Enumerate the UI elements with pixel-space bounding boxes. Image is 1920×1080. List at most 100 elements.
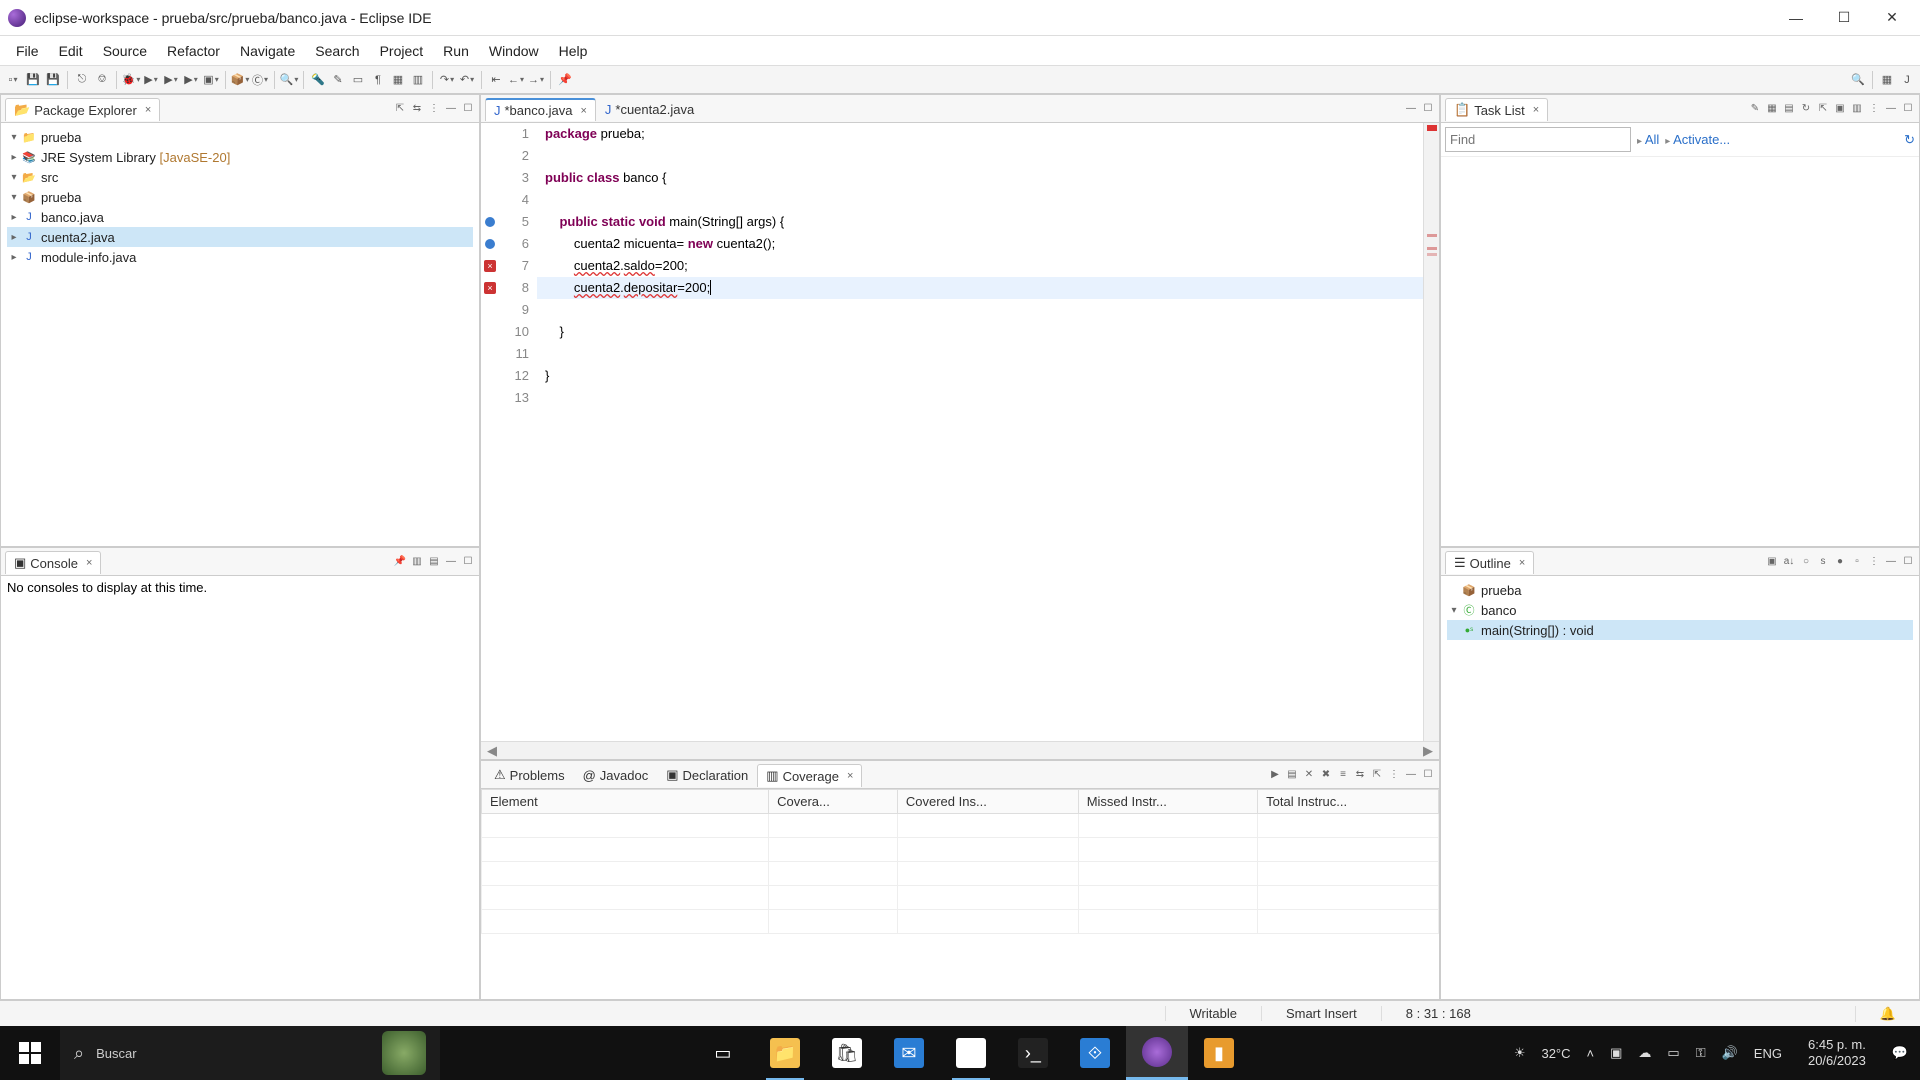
coverage-link-button[interactable]: ⇆ (1353, 768, 1367, 782)
marker-ruler[interactable]: × × (481, 123, 499, 741)
taskbar-chrome[interactable]: ◉ (940, 1026, 1002, 1080)
table-row[interactable] (482, 838, 1439, 862)
view-menu-button[interactable]: ⋮ (1387, 768, 1401, 782)
console-display-button[interactable]: ▥ (410, 555, 424, 569)
tree-file-cuenta2[interactable]: ▸Jcuenta2.java (7, 227, 473, 247)
tree-file-banco[interactable]: ▸Jbanco.java (7, 207, 473, 227)
outline-focus-button[interactable]: ▣ (1765, 555, 1779, 569)
search-button[interactable]: 🔦 (309, 71, 327, 89)
tray-volume-icon[interactable]: 🔊 (1722, 1045, 1738, 1061)
maximize-editor-button[interactable]: ☐ (1421, 102, 1435, 116)
package-explorer-tab[interactable]: 📂 Package Explorer × (5, 98, 160, 121)
minimize-view-button[interactable]: — (444, 102, 458, 116)
menu-refactor[interactable]: Refactor (157, 39, 230, 63)
col-total[interactable]: Total Instruc... (1258, 790, 1439, 814)
outline-public-button[interactable]: ● (1833, 555, 1847, 569)
new-class-button[interactable]: Ⓒ (251, 71, 269, 89)
task-categorize-button[interactable]: ▦ (1765, 102, 1779, 116)
collapse-all-button[interactable]: ⇱ (393, 102, 407, 116)
save-button[interactable]: 💾 (24, 71, 42, 89)
taskbar-mail[interactable]: ✉ (878, 1026, 940, 1080)
editor-horizontal-scrollbar[interactable]: ◀▶ (481, 741, 1439, 759)
console-pin-button[interactable]: 📌 (393, 555, 407, 569)
editor-tab-banco[interactable]: J *banco.java × (485, 98, 596, 121)
coverage-remove-button[interactable]: ✕ (1302, 768, 1316, 782)
last-edit-button[interactable]: ⇤ (487, 71, 505, 89)
show-whitespace-button[interactable]: ¶ (369, 71, 387, 89)
tray-battery-icon[interactable]: ▭ (1667, 1045, 1679, 1061)
taskbar-search[interactable]: ⌕ Buscar (60, 1026, 440, 1080)
prev-annotation-button[interactable]: ↶ (458, 71, 476, 89)
tab-coverage[interactable]: ▥Coverage× (757, 764, 862, 787)
tray-language[interactable]: ENG (1754, 1046, 1782, 1061)
open-type-button[interactable]: 🔍 (280, 71, 298, 89)
console-open-button[interactable]: ▤ (427, 555, 441, 569)
task-sync-button[interactable]: ↻ (1799, 102, 1813, 116)
maximize-view-button[interactable]: ☐ (461, 555, 475, 569)
task-new-button[interactable]: ✎ (1748, 102, 1762, 116)
tree-project[interactable]: ▾📁prueba (7, 127, 473, 147)
weather-icon[interactable]: ☀ (1514, 1045, 1526, 1061)
coverage-collapse-button[interactable]: ⇱ (1370, 768, 1384, 782)
outline-static-button[interactable]: s (1816, 555, 1830, 569)
minimize-view-button[interactable]: — (1884, 102, 1898, 116)
close-icon[interactable]: × (1533, 104, 1539, 116)
minimize-view-button[interactable]: — (1884, 555, 1898, 569)
skip-breakpoints-button[interactable]: ⎊ (93, 71, 111, 89)
task-focus-button[interactable]: ▣ (1833, 102, 1847, 116)
table-row[interactable] (482, 814, 1439, 838)
run-button[interactable]: ▶ (142, 71, 160, 89)
back-button[interactable]: ← (507, 71, 525, 89)
tab-javadoc[interactable]: @Javadoc (574, 763, 658, 786)
tray-onedrive-icon[interactable]: ☁ (1638, 1045, 1651, 1061)
outline-method[interactable]: ●ˢmain(String[]) : void (1447, 620, 1913, 640)
table-row[interactable] (482, 910, 1439, 934)
tree-pkg[interactable]: ▾📦prueba (7, 187, 473, 207)
start-button[interactable] (0, 1026, 60, 1080)
tab-problems[interactable]: ⚠Problems (485, 763, 574, 786)
run-last-button[interactable]: ▶ (182, 71, 200, 89)
next-annotation-button[interactable]: ↷ (438, 71, 456, 89)
col-coverage[interactable]: Covera... (769, 790, 898, 814)
close-icon[interactable]: × (86, 557, 92, 569)
coverage-merge-button[interactable]: ≡ (1336, 768, 1350, 782)
tray-wifi-icon[interactable]: ⚿ (1696, 1045, 1706, 1061)
menu-edit[interactable]: Edit (49, 39, 93, 63)
tray-clock[interactable]: 6:45 p. m. 20/6/2023 (1798, 1037, 1876, 1069)
coverage-relaunch-button[interactable]: ▶ (1268, 768, 1282, 782)
debug-button[interactable]: 🐞 (122, 71, 140, 89)
info-marker-icon[interactable] (485, 217, 495, 227)
editor-tab-cuenta2[interactable]: J *cuenta2.java (596, 97, 703, 120)
view-menu-button[interactable]: ⋮ (1867, 102, 1881, 116)
toolbar-btn-b[interactable]: ▥ (409, 71, 427, 89)
tray-meet-icon[interactable]: ▣ (1610, 1045, 1622, 1061)
coverage-remove-all-button[interactable]: ✖ (1319, 768, 1333, 782)
table-row[interactable] (482, 886, 1439, 910)
maximize-view-button[interactable]: ☐ (461, 102, 475, 116)
menu-run[interactable]: Run (433, 39, 479, 63)
taskbar-vscode[interactable]: ⟐ (1064, 1026, 1126, 1080)
outline-fields-button[interactable]: ○ (1799, 555, 1813, 569)
outline-package[interactable]: 📦prueba (1447, 580, 1913, 600)
taskbar-app[interactable]: ▮ (1188, 1026, 1250, 1080)
menu-navigate[interactable]: Navigate (230, 39, 305, 63)
tab-declaration[interactable]: ▣Declaration (657, 763, 757, 786)
menu-window[interactable]: Window (479, 39, 549, 63)
code-area[interactable]: package prueba; public class banco { pub… (537, 123, 1423, 741)
tray-notifications-icon[interactable]: 💬 (1892, 1045, 1908, 1061)
taskbar-terminal[interactable]: ›_ (1002, 1026, 1064, 1080)
col-covered[interactable]: Covered Ins... (897, 790, 1078, 814)
col-element[interactable]: Element (482, 790, 769, 814)
search-access-button[interactable]: 🔍 (1849, 71, 1867, 89)
maximize-view-button[interactable]: ☐ (1421, 768, 1435, 782)
view-menu-button[interactable]: ⋮ (1867, 555, 1881, 569)
menu-search[interactable]: Search (305, 39, 369, 63)
error-marker-icon[interactable]: × (484, 282, 496, 294)
tree-file-module[interactable]: ▸Jmodule-info.java (7, 247, 473, 267)
save-all-button[interactable]: 💾 (44, 71, 62, 89)
maximize-button[interactable]: ☐ (1832, 6, 1856, 30)
col-missed[interactable]: Missed Instr... (1078, 790, 1257, 814)
task-history-button[interactable]: ↻ (1904, 132, 1915, 148)
taskbar-store[interactable]: 🛍 (816, 1026, 878, 1080)
open-perspective-button[interactable]: ▦ (1878, 71, 1896, 89)
